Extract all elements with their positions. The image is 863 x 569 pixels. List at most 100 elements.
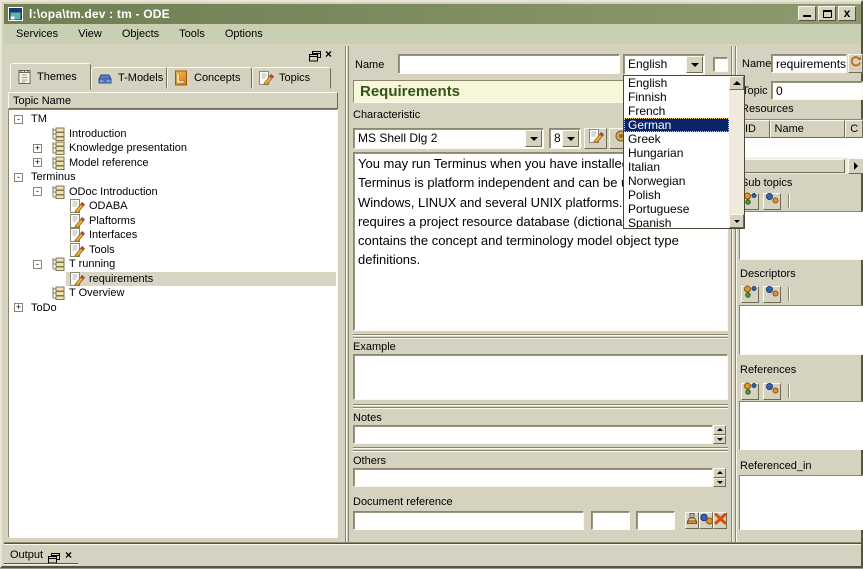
tree-item[interactable]: T Overview — [10, 286, 336, 301]
tree-item[interactable]: Interfaces — [10, 228, 336, 243]
referenced-in-list[interactable] — [739, 475, 863, 530]
language-checkbox[interactable] — [713, 57, 728, 72]
menu-item-view[interactable]: View — [68, 26, 112, 42]
resources-column-c[interactable]: C — [845, 120, 863, 138]
references-list[interactable] — [739, 401, 863, 450]
language-option[interactable]: Polish — [624, 188, 729, 202]
edit-text-button[interactable] — [584, 128, 607, 149]
language-dropdown-button[interactable] — [686, 56, 703, 73]
language-option[interactable]: Italian — [624, 160, 729, 174]
expander-minus-icon[interactable]: - — [33, 187, 42, 196]
output-tab-label[interactable]: Output — [10, 549, 43, 561]
add-relation-button[interactable] — [741, 383, 759, 400]
tab-concepts[interactable]: Concepts — [167, 67, 252, 89]
resources-hscrollbar[interactable] — [739, 158, 863, 174]
dropdown-scrollbar[interactable] — [729, 76, 744, 228]
others-spinner[interactable] — [713, 468, 726, 487]
menu-item-options[interactable]: Options — [215, 26, 273, 42]
tab-topics[interactable]: Topics — [252, 67, 331, 89]
language-option[interactable]: Portuguese — [624, 202, 729, 216]
tree-item[interactable]: -TM — [10, 112, 336, 127]
scroll-right-button[interactable] — [848, 158, 863, 174]
tree-item[interactable]: requirements — [10, 272, 336, 287]
scroll-up-button[interactable] — [729, 76, 744, 90]
expander-plus-icon[interactable]: + — [14, 303, 23, 312]
splitter[interactable] — [353, 334, 728, 339]
tab-themes[interactable]: Themes — [10, 63, 91, 90]
maximize-button[interactable] — [818, 6, 836, 21]
tree-item[interactable]: +Knowledge presentation — [10, 141, 336, 156]
spin-down-button[interactable] — [713, 478, 726, 488]
link-reference-button[interactable] — [699, 512, 713, 529]
language-option[interactable]: Norwegian — [624, 174, 729, 188]
tree-item[interactable]: Tools — [10, 243, 336, 258]
language-combobox[interactable]: English — [623, 54, 705, 75]
language-option[interactable]: Finnish — [624, 90, 729, 104]
expander-minus-icon[interactable]: - — [14, 115, 23, 124]
stamp-button[interactable] — [685, 512, 699, 529]
tree-item[interactable]: +ToDo — [10, 301, 336, 316]
resources-table[interactable]: IDNameC — [739, 119, 863, 158]
tree-item[interactable]: -Terminus — [10, 170, 336, 185]
notes-spinner[interactable] — [713, 425, 726, 444]
expander-minus-icon[interactable]: - — [33, 260, 42, 269]
resources-column-name[interactable]: Name — [770, 120, 846, 138]
spin-down-button[interactable] — [713, 435, 726, 445]
language-option[interactable]: English — [624, 76, 729, 90]
panel-separator[interactable] — [345, 46, 349, 542]
expander-plus-icon[interactable]: + — [33, 158, 42, 167]
expander-plus-icon[interactable]: + — [33, 144, 42, 153]
tree-item[interactable]: -T running — [10, 257, 336, 272]
topic-number-input[interactable]: 0 — [771, 81, 863, 100]
font-dropdown-button[interactable] — [525, 130, 542, 147]
insert-relation-button[interactable] — [763, 193, 781, 210]
menu-item-objects[interactable]: Objects — [112, 26, 169, 42]
tab-tmodels[interactable]: T-Models — [91, 67, 167, 89]
close-button[interactable]: x — [838, 6, 856, 21]
tree-column-header[interactable]: Topic Name — [8, 92, 338, 109]
descriptors-list[interactable] — [739, 305, 863, 355]
language-option[interactable]: Greek — [624, 132, 729, 146]
others-input[interactable] — [353, 468, 713, 487]
menu-item-tools[interactable]: Tools — [169, 26, 215, 42]
language-option[interactable]: German — [624, 118, 729, 132]
spin-up-button[interactable] — [713, 425, 726, 435]
sync-name-button[interactable] — [848, 54, 863, 73]
tree-item[interactable]: +Model reference — [10, 156, 336, 171]
panel-float-icon[interactable] — [309, 49, 321, 67]
language-option[interactable]: Spanish — [624, 216, 729, 229]
expander-minus-icon[interactable]: - — [14, 173, 23, 182]
insert-relation-button[interactable] — [763, 286, 781, 303]
stamp-icon — [686, 512, 698, 530]
example-textarea[interactable] — [353, 354, 728, 400]
document-reference-input[interactable] — [353, 511, 584, 530]
language-option[interactable]: French — [624, 104, 729, 118]
scroll-down-button[interactable] — [729, 214, 744, 228]
output-float-icon[interactable] — [48, 551, 60, 569]
delete-reference-button[interactable] — [713, 512, 727, 529]
output-close-icon[interactable]: × — [65, 548, 72, 562]
tree-item[interactable]: ODABA — [10, 199, 336, 214]
font-size-combobox[interactable]: 8 — [549, 128, 581, 149]
sub-topics-list[interactable] — [739, 211, 863, 260]
document-reference-field3[interactable] — [636, 511, 675, 530]
name-input[interactable] — [398, 54, 620, 74]
size-dropdown-button[interactable] — [562, 130, 579, 147]
menu-item-services[interactable]: Services — [6, 26, 68, 42]
tree-item[interactable]: Plaftorms — [10, 214, 336, 229]
insert-relation-button[interactable] — [763, 383, 781, 400]
scrollbar-thumb[interactable] — [741, 159, 845, 173]
add-relation-button[interactable] — [741, 286, 759, 303]
splitter[interactable] — [353, 447, 728, 452]
tree-item[interactable]: -ODoc Introduction — [10, 185, 336, 200]
language-option[interactable]: Hungarian — [624, 146, 729, 160]
splitter[interactable] — [353, 404, 728, 409]
document-reference-field2[interactable] — [591, 511, 630, 530]
minimize-button[interactable] — [798, 6, 816, 21]
spin-up-button[interactable] — [713, 468, 726, 478]
topic-name-input[interactable]: requirements — [771, 54, 847, 73]
font-name-combobox[interactable]: MS Shell Dlg 2 — [353, 128, 544, 149]
tree-item[interactable]: Introduction — [10, 127, 336, 142]
panel-close-icon[interactable]: × — [325, 47, 332, 61]
notes-input[interactable] — [353, 425, 713, 444]
